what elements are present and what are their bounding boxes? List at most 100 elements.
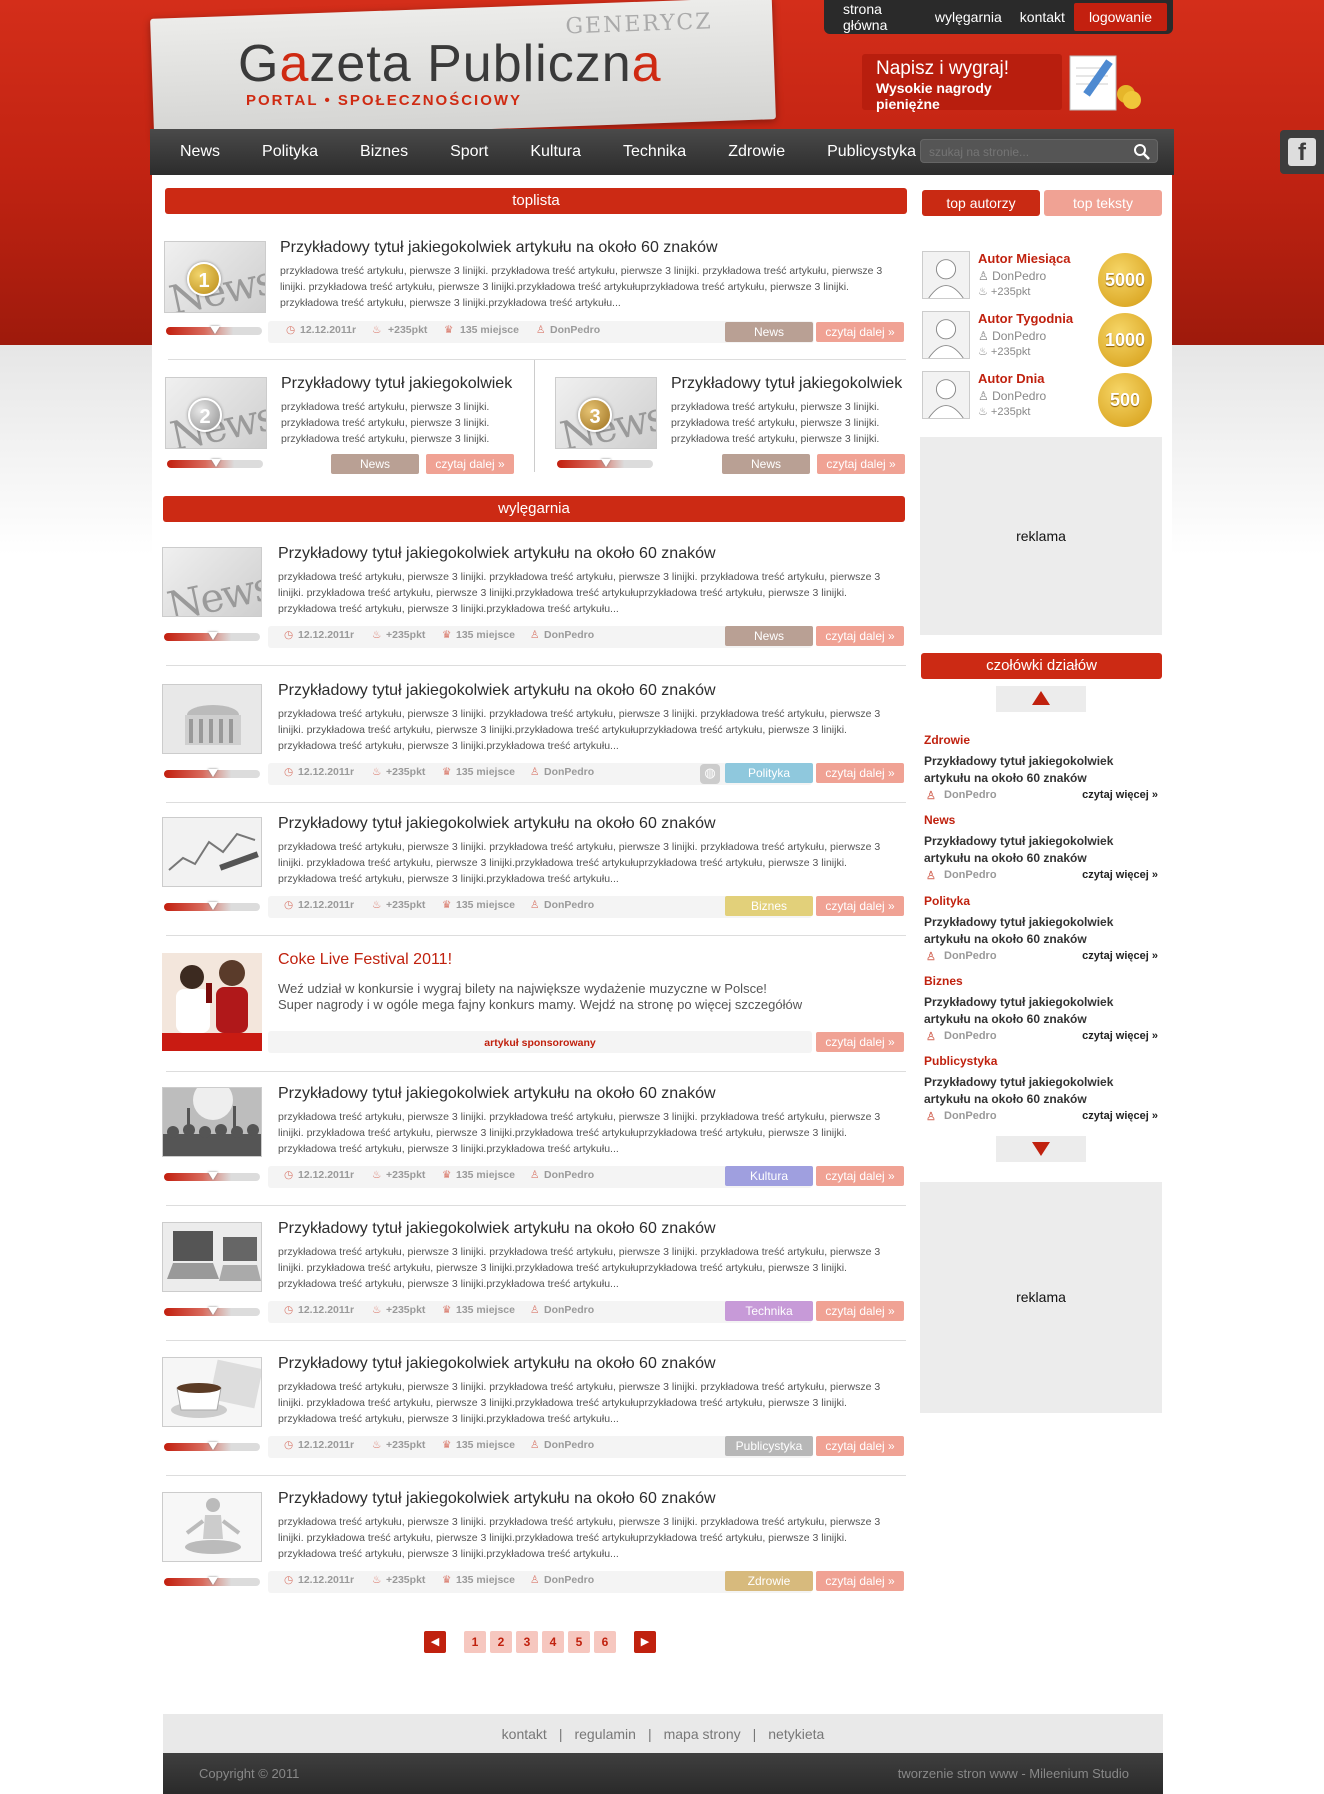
article-author[interactable]: DonPedro (544, 1304, 594, 1316)
headline-category[interactable]: Publicystyka (924, 1054, 1160, 1068)
article-author[interactable]: DonPedro (544, 629, 594, 641)
article-thumbnail[interactable] (162, 1087, 262, 1157)
sponsored-photo[interactable] (162, 953, 262, 1051)
author-name[interactable]: ♙ DonPedro (978, 269, 1046, 283)
article-thumbnail[interactable]: News3 (555, 377, 657, 449)
rating-slider[interactable] (166, 327, 262, 335)
headline-category[interactable]: Zdrowie (924, 733, 1160, 747)
login-button[interactable]: logowanie (1073, 3, 1167, 31)
headline-title[interactable]: Przykładowy tytuł jakiegokolwiek artykuł… (924, 994, 1160, 1028)
article-title[interactable]: Przykładowy tytuł jakiegokolwiek artykuł… (278, 1355, 716, 1373)
read-more-button[interactable]: czytaj dalej » (816, 763, 904, 783)
rating-slider[interactable] (164, 903, 260, 911)
category-badge[interactable]: Polityka (725, 763, 813, 783)
headline-title[interactable]: Przykładowy tytuł jakiegokolwiek artykuł… (924, 833, 1160, 867)
article-title[interactable]: Przykładowy tytuł jakiegokolwiek (281, 375, 512, 393)
rating-slider[interactable] (164, 1578, 260, 1586)
read-more-link[interactable]: czytaj więcej » (1082, 869, 1158, 881)
read-more-button[interactable]: czytaj dalej » (817, 454, 905, 474)
read-more-button[interactable]: czytaj dalej » (816, 626, 904, 646)
article-author[interactable]: DonPedro (544, 1169, 594, 1181)
avatar[interactable] (922, 251, 970, 299)
article-author[interactable]: DonPedro (544, 766, 594, 778)
prev-page-button[interactable]: ◀ (424, 1631, 446, 1653)
topnav-home-link[interactable]: strona główna (834, 1, 926, 33)
article-thumbnail[interactable] (162, 684, 262, 754)
facebook-tab[interactable]: f (1280, 130, 1324, 174)
category-badge[interactable]: News (725, 626, 813, 646)
nav-kultura[interactable]: Kultura (514, 143, 597, 161)
tab-top-texts[interactable]: top teksty (1044, 190, 1162, 216)
search-icon[interactable] (1133, 143, 1151, 161)
author-name[interactable]: ♙ DonPedro (978, 389, 1046, 403)
nav-news[interactable]: News (164, 143, 236, 161)
next-page-button[interactable]: ▶ (634, 1631, 656, 1653)
footer-link-terms[interactable]: regulamin (574, 1726, 635, 1742)
read-more-button[interactable]: czytaj dalej » (816, 322, 904, 342)
category-badge[interactable]: Publicystyka (725, 1436, 813, 1456)
rating-slider[interactable] (164, 770, 260, 778)
article-author[interactable]: DonPedro (544, 899, 594, 911)
nav-biznes[interactable]: Biznes (344, 143, 424, 161)
page-3[interactable]: 3 (516, 1631, 538, 1653)
ad-banner-top[interactable]: reklama (920, 437, 1162, 635)
read-more-button[interactable]: czytaj dalej » (816, 1032, 904, 1052)
avatar[interactable] (922, 311, 970, 359)
headline-title[interactable]: Przykładowy tytuł jakiegokolwiek artykuł… (924, 1074, 1160, 1108)
article-title[interactable]: Przykładowy tytuł jakiegokolwiek artykuł… (278, 1490, 716, 1508)
nav-zdrowie[interactable]: Zdrowie (712, 143, 801, 161)
article-thumbnail[interactable] (162, 1492, 262, 1562)
headline-category[interactable]: Polityka (924, 894, 1160, 908)
site-logo[interactable]: Gazeta Publiczna (238, 34, 662, 94)
footer-link-netiquette[interactable]: netykieta (768, 1726, 824, 1742)
read-more-button[interactable]: czytaj dalej » (816, 1166, 904, 1186)
rating-slider[interactable] (164, 1308, 260, 1316)
article-thumbnail[interactable] (162, 817, 262, 887)
category-badge[interactable]: Zdrowie (725, 1571, 813, 1591)
rating-slider[interactable] (557, 460, 653, 468)
read-more-link[interactable]: czytaj więcej » (1082, 1030, 1158, 1042)
read-more-link[interactable]: czytaj więcej » (1082, 789, 1158, 801)
page-1[interactable]: 1 (464, 1631, 486, 1653)
scroll-down-button[interactable] (996, 1136, 1086, 1162)
headline-category[interactable]: Biznes (924, 974, 1160, 988)
article-author[interactable]: DonPedro (544, 1439, 594, 1451)
article-title[interactable]: Przykładowy tytuł jakiegokolwiek (671, 375, 902, 393)
article-title[interactable]: Przykładowy tytuł jakiegokolwiek artykuł… (278, 682, 716, 700)
read-more-button[interactable]: czytaj dalej » (426, 454, 514, 474)
read-more-link[interactable]: czytaj więcej » (1082, 1110, 1158, 1122)
promo-banner[interactable]: Napisz i wygraj! Wysokie nagrody pienięż… (862, 54, 1062, 112)
ad-banner-bottom[interactable]: reklama (920, 1182, 1162, 1413)
article-thumbnail[interactable] (162, 1357, 262, 1427)
article-title[interactable]: Przykładowy tytuł jakiegokolwiek artykuł… (278, 1085, 716, 1103)
article-title[interactable]: Przykładowy tytuł jakiegokolwiek artykuł… (278, 1220, 716, 1238)
headline-category[interactable]: News (924, 813, 1160, 827)
search-input[interactable] (921, 140, 1121, 164)
rating-slider[interactable] (164, 1443, 260, 1451)
read-more-button[interactable]: czytaj dalej » (816, 1301, 904, 1321)
globe-icon[interactable]: ◍ (700, 764, 720, 784)
category-badge[interactable]: News (725, 322, 813, 342)
rating-slider[interactable] (167, 460, 263, 468)
page-6[interactable]: 6 (594, 1631, 616, 1653)
page-5[interactable]: 5 (568, 1631, 590, 1653)
tab-top-authors[interactable]: top autorzy (922, 190, 1040, 216)
rating-slider[interactable] (164, 1173, 260, 1181)
topnav-contact-link[interactable]: kontakt (1011, 9, 1074, 25)
avatar[interactable] (922, 371, 970, 419)
read-more-button[interactable]: czytaj dalej » (816, 1436, 904, 1456)
headline-title[interactable]: Przykładowy tytuł jakiegokolwiek artykuł… (924, 753, 1160, 787)
article-title[interactable]: Przykładowy tytuł jakiegokolwiek artykuł… (280, 239, 718, 257)
article-title[interactable]: Przykładowy tytuł jakiegokolwiek artykuł… (278, 815, 716, 833)
headline-title[interactable]: Przykładowy tytuł jakiegokolwiek artykuł… (924, 914, 1160, 948)
article-title[interactable]: Przykładowy tytuł jakiegokolwiek artykuł… (278, 545, 716, 563)
article-thumbnail[interactable]: News2 (165, 377, 267, 449)
rating-slider[interactable] (164, 633, 260, 641)
scroll-up-button[interactable] (996, 686, 1086, 712)
nav-sport[interactable]: Sport (434, 143, 504, 161)
category-badge[interactable]: Technika (725, 1301, 813, 1321)
article-thumbnail[interactable] (162, 1222, 262, 1292)
category-badge[interactable]: Kultura (725, 1166, 813, 1186)
category-badge[interactable]: News (722, 454, 810, 474)
page-2[interactable]: 2 (490, 1631, 512, 1653)
